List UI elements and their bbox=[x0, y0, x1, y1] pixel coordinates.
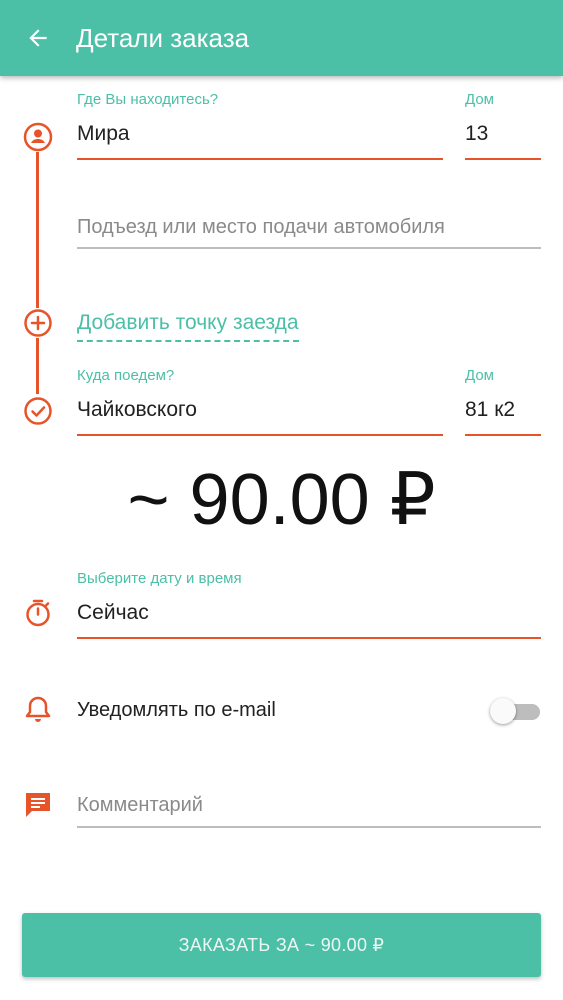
from-label: Где Вы находитесь? bbox=[77, 91, 219, 108]
notify-toggle[interactable] bbox=[490, 697, 542, 725]
bell-icon bbox=[25, 696, 51, 722]
from-house-input[interactable]: 13 bbox=[465, 121, 541, 147]
back-button[interactable] bbox=[22, 22, 54, 54]
datetime-input[interactable]: Сейчас bbox=[77, 600, 541, 626]
app-bar: Детали заказа bbox=[0, 0, 563, 76]
comment-input[interactable]: Комментарий bbox=[77, 792, 541, 818]
from-house-label: Дом bbox=[465, 91, 494, 108]
to-house-underline bbox=[465, 434, 541, 436]
entrance-underline bbox=[77, 247, 541, 249]
entrance-input[interactable]: Подъезд или место подачи автомобиля bbox=[77, 214, 541, 240]
price-estimate: ~ 90.00 ₽ bbox=[127, 460, 436, 540]
add-circle-icon[interactable] bbox=[23, 308, 53, 338]
timer-icon bbox=[26, 599, 50, 627]
order-button[interactable]: ЗАКАЗАТЬ ЗА ~ 90.00 ₽ bbox=[22, 913, 541, 977]
page-title: Детали заказа bbox=[76, 23, 250, 53]
to-street-input[interactable]: Чайковского bbox=[77, 397, 443, 423]
route-line bbox=[36, 152, 39, 308]
to-label: Куда поедем? bbox=[77, 367, 175, 384]
route-line bbox=[36, 338, 39, 394]
person-pin-icon bbox=[23, 122, 53, 152]
datetime-underline bbox=[77, 637, 541, 639]
check-circle-icon bbox=[24, 397, 52, 425]
notify-label: Уведомлять по e-mail bbox=[77, 699, 276, 721]
from-street-input[interactable]: Мира bbox=[77, 121, 443, 147]
from-street-underline bbox=[77, 158, 443, 160]
from-house-underline bbox=[465, 158, 541, 160]
to-street-underline bbox=[77, 434, 443, 436]
arrow-left-icon bbox=[29, 29, 47, 47]
to-house-label: Дом bbox=[465, 367, 494, 384]
comment-underline bbox=[77, 826, 541, 828]
comment-icon bbox=[26, 793, 50, 817]
add-stop-link[interactable]: Добавить точку заезда bbox=[77, 310, 299, 342]
datetime-label: Выберите дату и время bbox=[77, 570, 242, 587]
toggle-thumb bbox=[490, 698, 516, 724]
to-house-input[interactable]: 81 к2 bbox=[465, 397, 541, 423]
